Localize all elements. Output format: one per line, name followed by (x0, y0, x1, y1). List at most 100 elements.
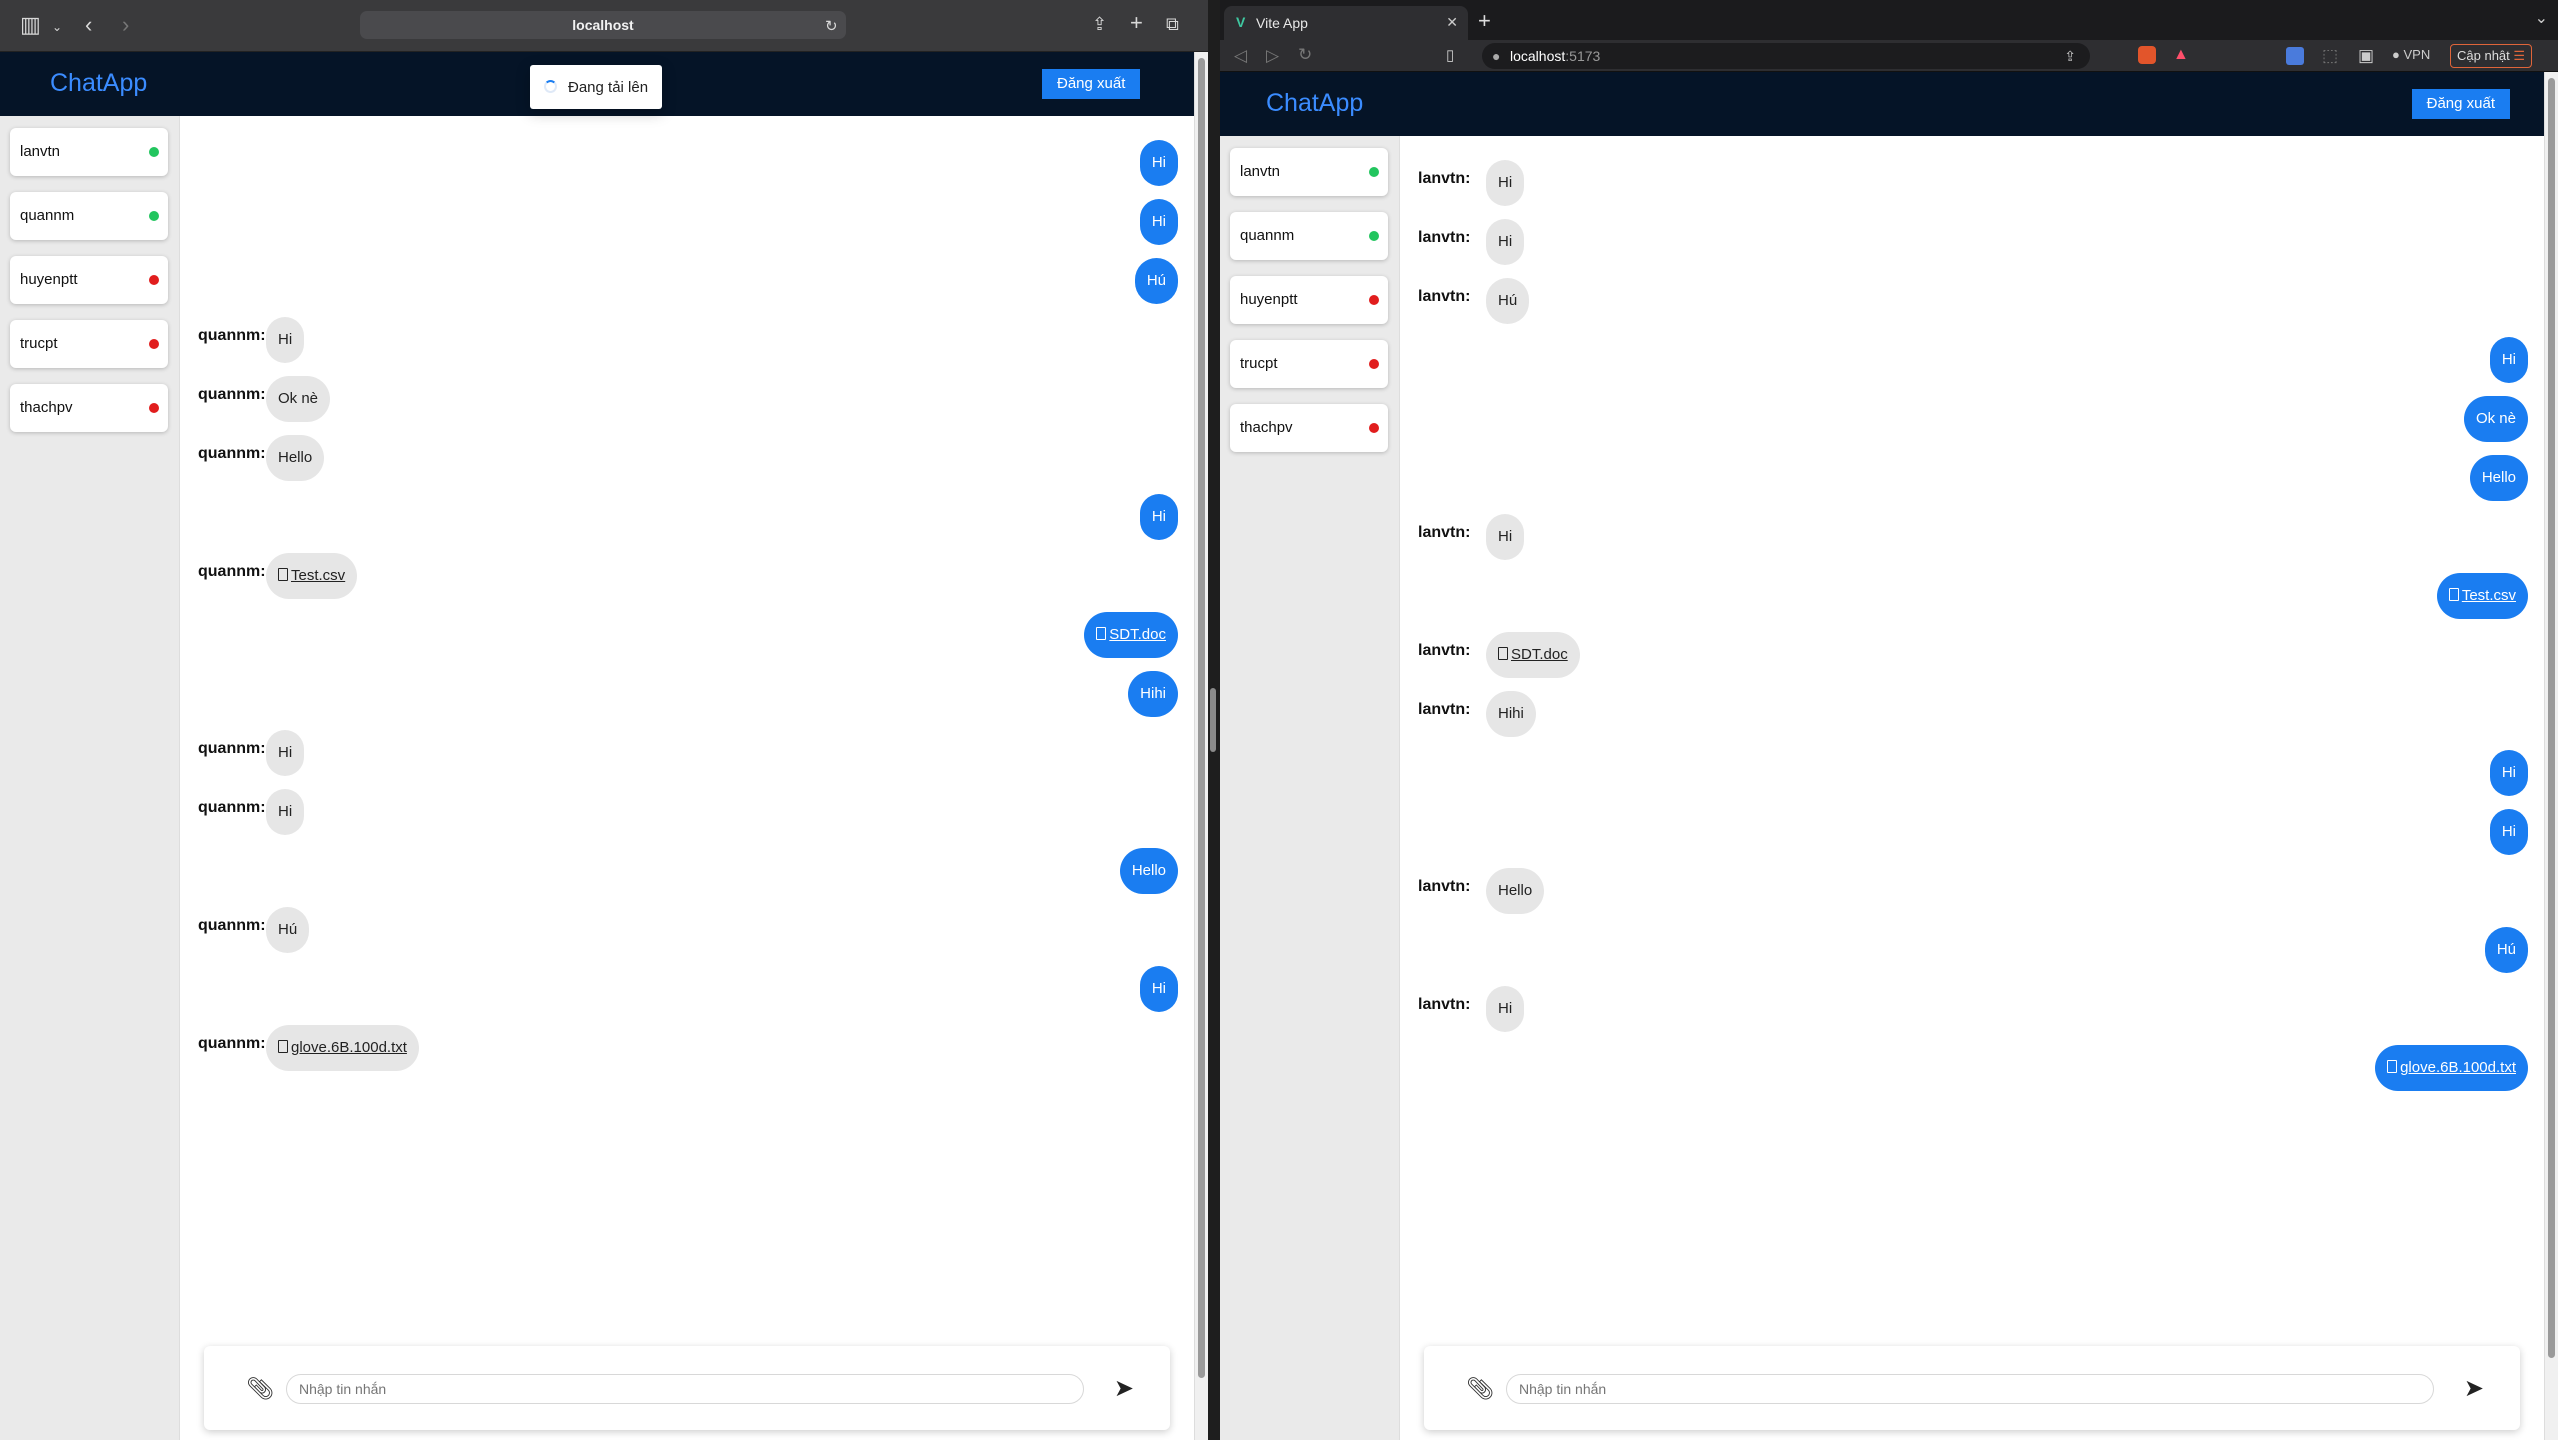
message-row: Hi (180, 494, 1194, 540)
file-link[interactable]: glove.6B.100d.txt (2400, 1059, 2516, 1076)
paperclip-icon[interactable]: 📎︎ (246, 1376, 274, 1402)
close-tab-icon[interactable]: ✕ (1446, 14, 1458, 31)
share-icon[interactable]: ⇪ (2064, 43, 2076, 69)
message-text: Hú (1146, 272, 1166, 289)
file-link[interactable]: SDT.doc (1511, 646, 1568, 663)
user-name: trucpt (1240, 355, 1278, 372)
back-icon[interactable]: ◁ (1234, 47, 1247, 64)
user-item[interactable]: huyenptt (1230, 276, 1388, 324)
user-item[interactable]: trucpt (1230, 340, 1388, 388)
tab-search-icon[interactable]: ⌄ (2535, 8, 2548, 28)
forward-icon[interactable]: ▷ (1266, 47, 1279, 64)
logout-button[interactable]: Đăng xuất (2411, 89, 2510, 119)
message-bubble: Hi (2489, 337, 2528, 383)
brand[interactable]: ChatApp (1266, 89, 1363, 118)
message-row: lanvtn: Hi (1400, 219, 2544, 265)
reload-icon[interactable]: ↻ (825, 16, 838, 38)
message-row: Hi (1400, 337, 2544, 383)
sender-name: quannm: (198, 1035, 266, 1052)
file-message-bubble[interactable]: SDT.doc (1486, 632, 1580, 678)
file-link[interactable]: SDT.doc (1109, 626, 1166, 643)
user-item[interactable]: huyenptt (10, 256, 168, 304)
wallet-icon[interactable]: ▣ (2358, 47, 2374, 64)
new-tab-icon[interactable]: + (1130, 12, 1143, 34)
site-info-icon[interactable]: ● (1492, 43, 1500, 69)
file-message-bubble[interactable]: glove.6B.100d.txt (2375, 1045, 2528, 1091)
reload-icon[interactable]: ↻ (1298, 46, 1312, 63)
send-icon[interactable]: ➤ (2464, 1374, 2484, 1403)
message-text: Hú (278, 921, 298, 938)
message-input[interactable] (1506, 1374, 2434, 1404)
brand[interactable]: ChatApp (50, 69, 147, 98)
user-name: huyenptt (20, 271, 78, 288)
message-bubble: Hi (1139, 140, 1178, 186)
url-port: :5173 (1565, 48, 1601, 64)
file-icon (278, 1040, 288, 1053)
scrollbar[interactable] (1194, 52, 1208, 1440)
user-name: quannm (1240, 227, 1295, 244)
message-row: lanvtn: Hello (1400, 868, 2544, 914)
forward-icon[interactable]: › (122, 14, 129, 36)
file-link[interactable]: Test.csv (291, 567, 345, 584)
tab-title: Vite App (1256, 15, 1308, 31)
message-bubble: Hi (1139, 966, 1178, 1012)
file-link[interactable]: Test.csv (2462, 587, 2516, 604)
user-item[interactable]: thachpv (10, 384, 168, 432)
file-message-bubble[interactable]: glove.6B.100d.txt (266, 1025, 419, 1071)
status-dot-icon (149, 211, 159, 221)
sender-name: lanvtn: (1418, 524, 1471, 541)
send-icon[interactable]: ➤ (1114, 1374, 1134, 1403)
user-name: lanvtn (1240, 163, 1281, 180)
user-item[interactable]: lanvtn (1230, 148, 1388, 196)
message-text: Hi (278, 744, 293, 761)
new-tab-icon[interactable]: + (1478, 8, 1491, 34)
scrollbar-thumb[interactable] (2548, 78, 2555, 1358)
sender-name: lanvtn: (1418, 288, 1471, 305)
brave-rewards-icon[interactable]: ▲ (2173, 46, 2189, 64)
divider-grip[interactable] (1210, 688, 1216, 752)
message-text: Hi (2501, 764, 2516, 781)
message-input[interactable] (286, 1374, 1084, 1404)
share-icon[interactable]: ⇪ (1092, 13, 1107, 35)
logout-button[interactable]: Đăng xuất (1042, 69, 1141, 99)
user-item[interactable]: trucpt (10, 320, 168, 368)
vpn-button[interactable]: ● VPN (2392, 47, 2430, 62)
sender-name: lanvtn: (1418, 229, 1471, 246)
message-row: glove.6B.100d.txt (1400, 1045, 2544, 1091)
message-bubble: Hi (266, 789, 305, 835)
user-item[interactable]: thachpv (1230, 404, 1388, 452)
file-message-bubble[interactable]: Test.csv (266, 553, 358, 599)
brave-shields-icon[interactable] (2138, 46, 2156, 64)
user-item[interactable]: quannm (10, 192, 168, 240)
message-bubble: Hi (1139, 199, 1178, 245)
chevron-down-icon[interactable]: ⌄ (52, 16, 62, 38)
file-message-bubble[interactable]: SDT.doc (1084, 612, 1178, 658)
address-bar[interactable]: localhost (360, 11, 846, 39)
address-bar[interactable]: ● localhost:5173 ⇪ (1482, 43, 2090, 69)
scrollbar-thumb[interactable] (1198, 58, 1205, 1378)
back-icon[interactable]: ‹ (85, 14, 92, 36)
file-icon (2387, 1060, 2398, 1073)
brave-window: V Vite App ✕ + ⌄ ◁ ▷ ↻ ▯ ● localhost:517… (1220, 0, 2558, 1440)
translate-icon[interactable] (2286, 47, 2304, 65)
extension-icon[interactable]: ⬚ (2322, 47, 2338, 64)
message-bubble: Hihi (1486, 691, 1536, 737)
tabs-overview-icon[interactable]: ⧉ (1166, 13, 1179, 35)
paperclip-icon[interactable]: 📎︎ (1466, 1376, 1494, 1402)
file-icon (2448, 588, 2459, 601)
upload-toast: Đang tải lên (530, 65, 662, 109)
scrollbar[interactable] (2544, 72, 2558, 1440)
file-link[interactable]: glove.6B.100d.txt (291, 1039, 407, 1056)
update-button[interactable]: Cập nhật ☰ (2450, 44, 2533, 68)
user-item[interactable]: quannm (1230, 212, 1388, 260)
window-divider[interactable] (1208, 0, 1220, 1440)
tab-vite-app[interactable]: V Vite App ✕ (1224, 6, 1468, 40)
bookmark-icon[interactable]: ▯ (1446, 47, 1454, 64)
message-bubble: Hi (1486, 219, 1525, 265)
user-item[interactable]: lanvtn (10, 128, 168, 176)
file-message-bubble[interactable]: Test.csv (2436, 573, 2528, 619)
message-bubble: Hi (2489, 809, 2528, 855)
sidebar-toggle-icon[interactable]: ▥ (20, 14, 41, 36)
user-name: lanvtn (20, 143, 61, 160)
message-row: quannm: Test.csv (180, 553, 1194, 599)
